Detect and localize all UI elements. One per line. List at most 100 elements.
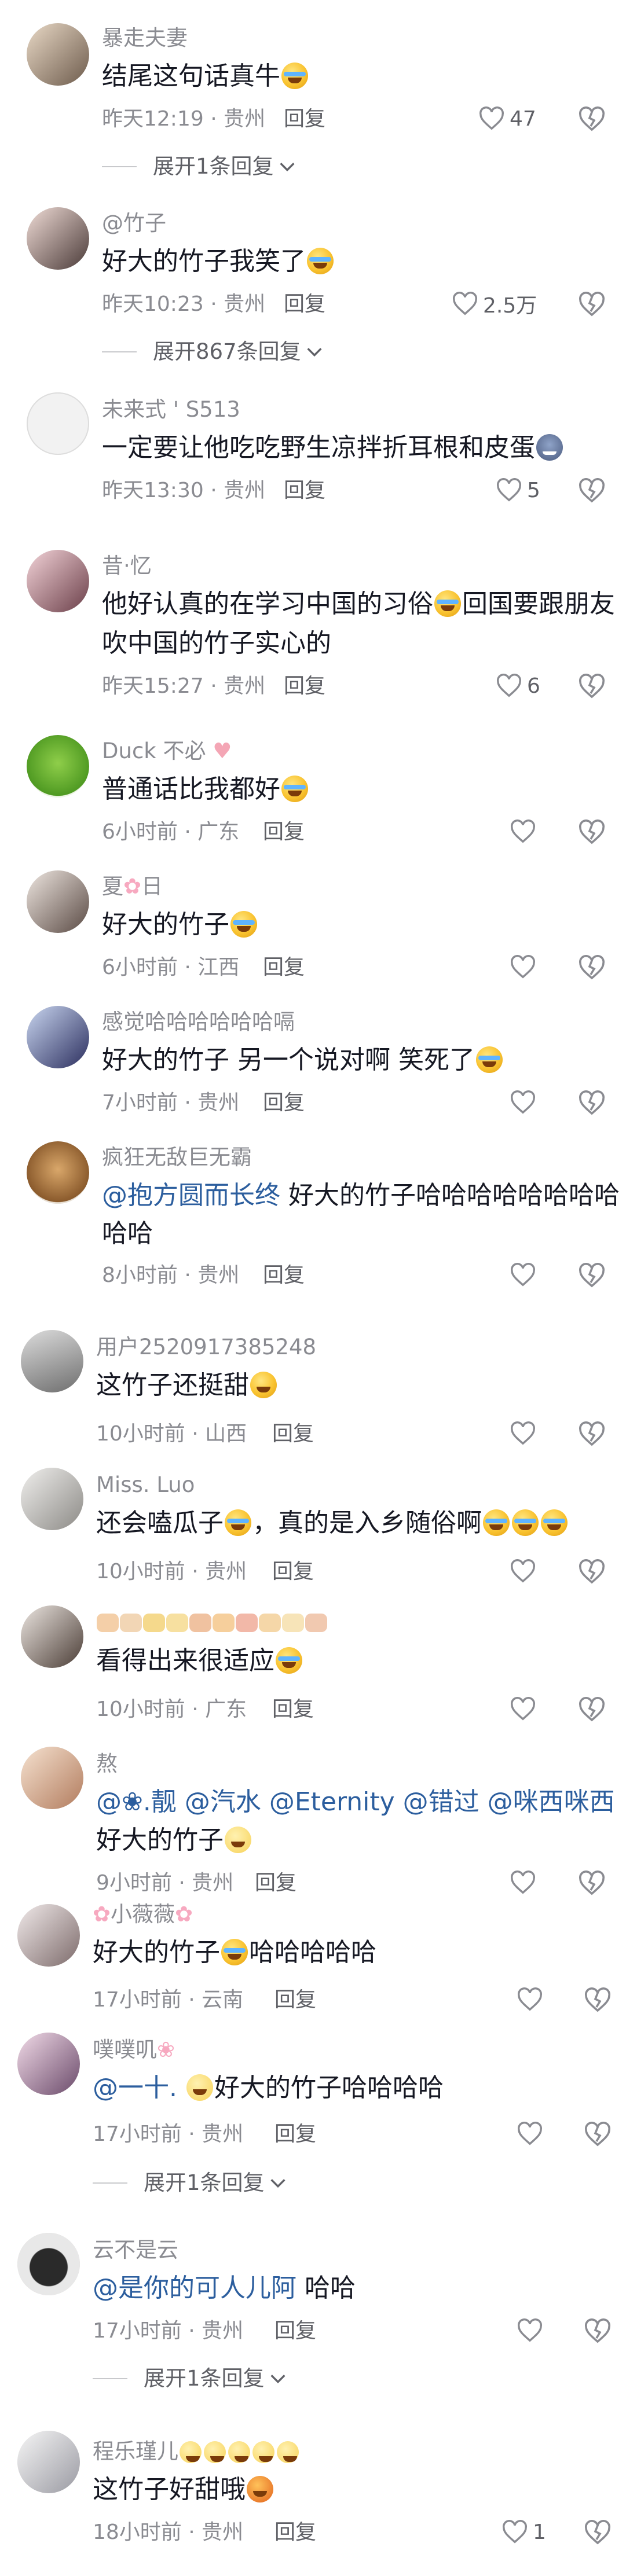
reply-button[interactable]: 回复 bbox=[274, 2318, 316, 2344]
dislike-icon[interactable] bbox=[584, 1987, 612, 2013]
comment-username[interactable]: 程乐瑾儿 bbox=[93, 2439, 300, 2464]
mention-link[interactable]: @一十. bbox=[93, 2073, 177, 2103]
comment-meta: 昨天12:19 · 贵州 bbox=[102, 107, 266, 131]
dislike-icon[interactable] bbox=[578, 1421, 606, 1447]
like-button[interactable] bbox=[510, 1557, 536, 1586]
like-button[interactable]: 1 bbox=[501, 2518, 546, 2546]
dislike-icon[interactable] bbox=[578, 955, 606, 980]
dislike-icon[interactable] bbox=[584, 2520, 612, 2545]
dislike-icon[interactable] bbox=[584, 2122, 612, 2147]
avatar[interactable] bbox=[21, 1330, 83, 1392]
reply-button[interactable]: 回复 bbox=[272, 1559, 314, 1585]
comment-feed: 暴走夫妻 结尾这句话真牛 昨天12:19 · 贵州 回复 47 展开1条回复 @… bbox=[0, 0, 637, 2576]
dislike-icon[interactable] bbox=[578, 1871, 606, 1896]
avatar[interactable] bbox=[21, 1468, 83, 1530]
laugh-cry-emoji-icon bbox=[307, 248, 334, 274]
like-button[interactable] bbox=[510, 817, 536, 846]
dislike-icon[interactable] bbox=[584, 2318, 612, 2344]
avatar[interactable] bbox=[27, 1006, 89, 1068]
reply-button[interactable]: 回复 bbox=[263, 820, 305, 845]
like-button[interactable]: 5 bbox=[496, 476, 540, 505]
comment-username-decorations[interactable] bbox=[96, 1610, 328, 1636]
avatar[interactable] bbox=[21, 1747, 83, 1809]
reply-button[interactable]: 回复 bbox=[284, 106, 325, 132]
avatar[interactable] bbox=[27, 23, 89, 86]
dislike-icon[interactable] bbox=[578, 478, 606, 504]
comment-username[interactable]: 噗噗叽❀ bbox=[93, 2037, 175, 2063]
laugh-cry-emoji-icon bbox=[281, 776, 308, 802]
expand-replies-button[interactable]: 展开867条回复 bbox=[102, 339, 324, 365]
like-button[interactable] bbox=[510, 1695, 536, 1724]
like-button[interactable]: 6 bbox=[496, 671, 540, 700]
avatar[interactable] bbox=[17, 2431, 80, 2493]
like-button[interactable]: 2.5万 bbox=[452, 289, 537, 318]
mention-link[interactable]: @抱方圆而长终 bbox=[102, 1181, 280, 1210]
comment-username[interactable]: 疯狂无敌巨无霸 bbox=[102, 1145, 252, 1170]
comment-username[interactable]: 感觉哈哈哈哈哈哈嗝 bbox=[102, 1009, 295, 1035]
cat-emoji-icon bbox=[536, 434, 563, 461]
avatar[interactable] bbox=[27, 870, 89, 933]
comment-text: 看得出来很适应 bbox=[96, 1642, 303, 1680]
reply-button[interactable]: 回复 bbox=[272, 1697, 314, 1722]
mention-link[interactable]: @❀.靓 @汽水 @Eternity @错过 @咪西咪西 bbox=[96, 1787, 615, 1817]
like-button[interactable] bbox=[510, 1868, 536, 1897]
flower-decoration-icon: ❀ bbox=[157, 2037, 175, 2062]
like-button[interactable] bbox=[517, 1985, 543, 2014]
like-button[interactable] bbox=[517, 2119, 543, 2148]
reply-button[interactable]: 回复 bbox=[274, 2520, 316, 2545]
avatar[interactable] bbox=[17, 1904, 80, 1967]
avatar[interactable] bbox=[17, 2233, 80, 2295]
like-button[interactable] bbox=[510, 1088, 536, 1117]
reply-button[interactable]: 回复 bbox=[284, 292, 325, 317]
reply-button[interactable]: 回复 bbox=[272, 1421, 314, 1447]
avatar[interactable] bbox=[21, 1605, 83, 1668]
dislike-icon[interactable] bbox=[578, 1263, 606, 1288]
avatar[interactable] bbox=[27, 207, 89, 270]
heart-icon bbox=[518, 1987, 542, 2011]
comment-username[interactable]: 暴走夫妻 bbox=[102, 25, 188, 51]
avatar[interactable] bbox=[27, 735, 89, 798]
reply-button[interactable]: 回复 bbox=[274, 2122, 316, 2147]
dislike-icon[interactable] bbox=[578, 106, 606, 132]
dislike-icon[interactable] bbox=[578, 674, 606, 699]
comment-username[interactable]: 熬 bbox=[96, 1751, 118, 1777]
comment-username[interactable]: 云不是云 bbox=[93, 2237, 178, 2263]
like-button[interactable] bbox=[517, 2316, 543, 2345]
comment-username[interactable]: @竹子 bbox=[102, 211, 166, 236]
expand-replies-button[interactable]: 展开1条回复 bbox=[93, 2366, 288, 2391]
reply-button[interactable]: 回复 bbox=[263, 1263, 305, 1288]
reply-button[interactable]: 回复 bbox=[263, 1090, 305, 1116]
reply-button[interactable]: 回复 bbox=[274, 1987, 316, 2013]
avatar[interactable] bbox=[27, 550, 89, 612]
dislike-icon[interactable] bbox=[578, 1090, 606, 1116]
comment-username[interactable]: 未来式 ' S513 bbox=[102, 397, 240, 422]
comment-username[interactable]: 用户2520917385248 bbox=[96, 1335, 316, 1360]
comment-username[interactable]: ✿小薇薇✿ bbox=[93, 1902, 193, 1927]
comment-username[interactable]: Duck 不必 ♥ bbox=[102, 738, 232, 764]
like-button[interactable] bbox=[510, 1419, 536, 1448]
expand-replies-button[interactable]: 展开1条回复 bbox=[102, 154, 297, 179]
comment-username[interactable]: Miss. Luo bbox=[96, 1472, 195, 1498]
expand-replies-button[interactable]: 展开1条回复 bbox=[93, 2170, 288, 2196]
reply-button[interactable]: 回复 bbox=[263, 955, 305, 980]
like-button[interactable] bbox=[510, 1261, 536, 1289]
smile-emoji-icon bbox=[225, 1827, 251, 1853]
reply-button[interactable]: 回复 bbox=[255, 1871, 296, 1896]
reply-button[interactable]: 回复 bbox=[284, 674, 325, 699]
dislike-icon[interactable] bbox=[578, 1697, 606, 1722]
dislike-icon[interactable] bbox=[578, 820, 606, 845]
like-button[interactable]: 47 bbox=[478, 104, 536, 133]
comment-username[interactable]: 夏✿日 bbox=[102, 874, 163, 899]
reply-button[interactable]: 回复 bbox=[284, 478, 325, 504]
comment-text: 普通话比我都好 bbox=[102, 771, 309, 808]
laugh-cry-emoji-icon bbox=[541, 1509, 568, 1536]
avatar[interactable] bbox=[27, 392, 89, 455]
comment-username[interactable]: 昔·忆 bbox=[102, 553, 152, 579]
divider bbox=[102, 166, 137, 167]
mention-link[interactable]: @是你的可人儿阿 bbox=[93, 2273, 296, 2303]
dislike-icon[interactable] bbox=[578, 292, 606, 317]
dislike-icon[interactable] bbox=[578, 1559, 606, 1585]
avatar[interactable] bbox=[17, 2033, 80, 2095]
avatar[interactable] bbox=[27, 1141, 89, 1204]
like-button[interactable] bbox=[510, 953, 536, 982]
